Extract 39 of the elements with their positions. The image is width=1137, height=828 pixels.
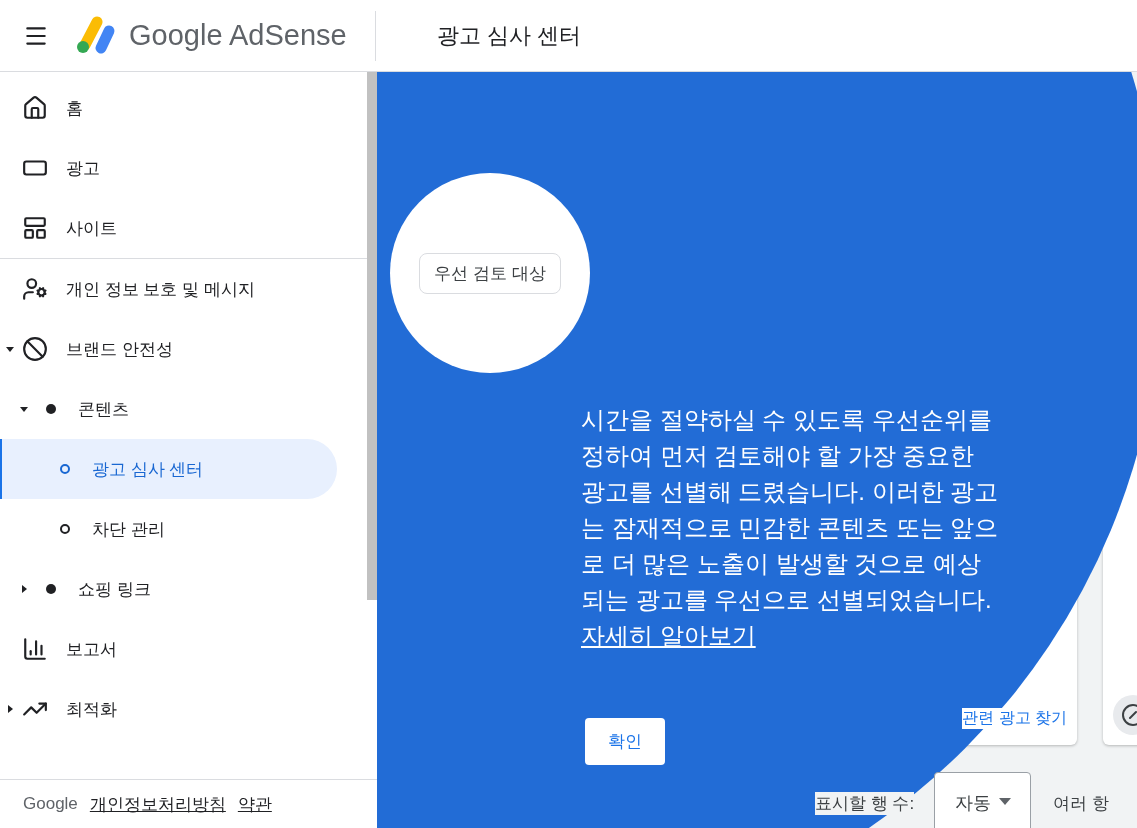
scrollbar-thumb[interactable]: [367, 72, 377, 600]
sidebar-item[interactable]: 개인 정보 보호 및 메시지: [0, 259, 337, 319]
caret-icon[interactable]: [6, 705, 14, 713]
sidebar-item[interactable]: 쇼핑 링크: [0, 559, 337, 619]
home-icon: [22, 95, 48, 121]
layout-icon: [22, 215, 48, 241]
multi-row-label: 여러 항: [1053, 793, 1109, 815]
sidebar-item[interactable]: 최적화: [0, 679, 337, 739]
ok-button[interactable]: 확인: [585, 718, 665, 765]
product-name: Google AdSense: [129, 19, 347, 52]
rows-label: 표시할 행 수:: [815, 792, 915, 815]
rows-select[interactable]: 자동: [934, 772, 1032, 828]
sidebar-item[interactable]: 브랜드 안전성: [0, 319, 337, 379]
sidebar-item[interactable]: 보고서: [0, 619, 337, 679]
sidebar-item[interactable]: 홈: [0, 78, 337, 138]
find-related-ads-link[interactable]: 관련 광고 찾기: [962, 708, 1067, 729]
footer-link[interactable]: 약관: [237, 792, 272, 816]
caret-icon[interactable]: [20, 405, 28, 413]
page-title: 광고 심사 센터: [436, 21, 581, 50]
ban-icon: [22, 336, 48, 362]
footer-brand: Google: [23, 794, 78, 814]
caret-icon[interactable]: [6, 345, 14, 353]
spotlight-message: 시간을 절약하실 수 있도록 우선순위를 정하여 먼저 검토해야 할 가장 중요한 광고를 선별해 드렸습니다. 이러한 광고는 잠재적으로 민감한 콘텐츠 또는 앞으로 더 많은 노출이 발생할 것으로 예상되는 광고를 우선으로 선별되었습니다. 자세히 알아보기: [581, 405, 1000, 651]
filled-dot-icon: [46, 404, 56, 414]
bar-chart-icon: [22, 636, 48, 662]
filled-dot-icon: [46, 584, 56, 594]
user-settings-icon: [22, 276, 48, 302]
learn-more-link[interactable]: 자세히 알아보기: [581, 622, 756, 649]
sidebar-item[interactable]: 사이트: [0, 198, 337, 258]
dropdown-caret-icon: [999, 798, 1012, 806]
caret-icon[interactable]: [20, 585, 28, 593]
sidebar-item[interactable]: 광고: [0, 138, 337, 198]
priority-review-chip[interactable]: 우선 검토 대상: [419, 252, 561, 294]
hollow-dot-icon: [60, 524, 70, 534]
footer-link[interactable]: 개인정보처리방침: [89, 792, 226, 816]
sidebar-item[interactable]: 콘텐츠: [0, 379, 337, 439]
sidebar-item[interactable]: 광고 심사 센터: [0, 439, 337, 499]
hollow-dot-icon: [60, 464, 70, 474]
sidebar-item[interactable]: 차단 관리: [0, 499, 337, 559]
